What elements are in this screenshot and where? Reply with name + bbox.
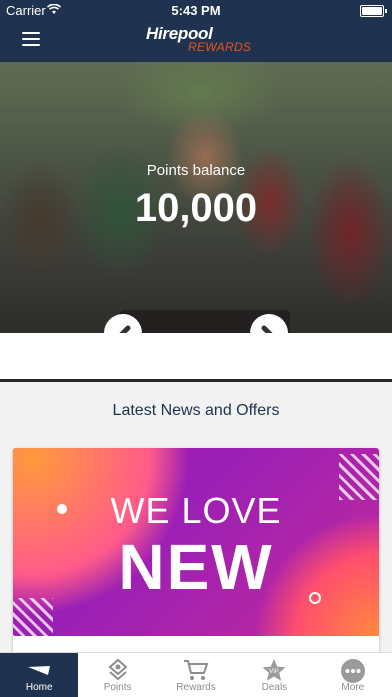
stripe-pattern: [13, 598, 53, 644]
points-balance-label: Points balance: [146, 162, 246, 179]
news-section-title: Latest News and Offers: [112, 402, 280, 419]
tab-points-label: Points: [103, 682, 132, 693]
tab-home-label: Home: [25, 682, 53, 693]
hero-banner: Points balance 10,000: [0, 62, 392, 333]
news-card-image: WE LOVE NEW: [13, 448, 379, 644]
carousel-footer: [0, 333, 392, 379]
cart-icon: [184, 660, 209, 680]
promo-headline-emphasis: NEW: [118, 531, 274, 603]
vip-star-icon: VIP: [262, 659, 286, 681]
tab-rewards-label: Rewards: [176, 682, 216, 693]
promo-headline: WE LOVE: [110, 490, 282, 531]
points-balance-value: 10,000: [134, 186, 258, 230]
battery-icon: [360, 5, 387, 17]
tab-deals[interactable]: VIP Deals: [235, 653, 313, 697]
home-icon: [28, 666, 51, 675]
news-card[interactable]: WE LOVE NEW: [13, 448, 379, 653]
divider: [0, 379, 392, 382]
hirepool-rewards-logo: Hirepool REWARDS: [146, 24, 252, 58]
top-navigation-bar: Hirepool REWARDS: [0, 20, 392, 62]
tab-deals-label: Deals: [261, 682, 288, 693]
hamburger-menu-button[interactable]: [22, 32, 40, 48]
tab-points[interactable]: Points: [78, 653, 156, 697]
tab-home[interactable]: Home: [0, 653, 79, 697]
tab-more-label: More: [341, 682, 365, 693]
tab-more[interactable]: More: [314, 653, 392, 697]
chevron-right-icon: [261, 325, 273, 333]
logo-subtitle: REWARDS: [188, 40, 252, 54]
points-icon: [108, 658, 128, 681]
chevron-left-icon: [119, 325, 131, 333]
svg-text:VIP: VIP: [270, 669, 280, 675]
clock: 5:43 PM: [171, 3, 221, 18]
status-bar: Carrier 5:43 PM: [0, 0, 392, 20]
tab-rewards[interactable]: Rewards: [157, 653, 235, 697]
more-icon: [340, 659, 365, 683]
bottom-tab-bar: Home Points Rewards VIP Deals More: [0, 652, 392, 697]
